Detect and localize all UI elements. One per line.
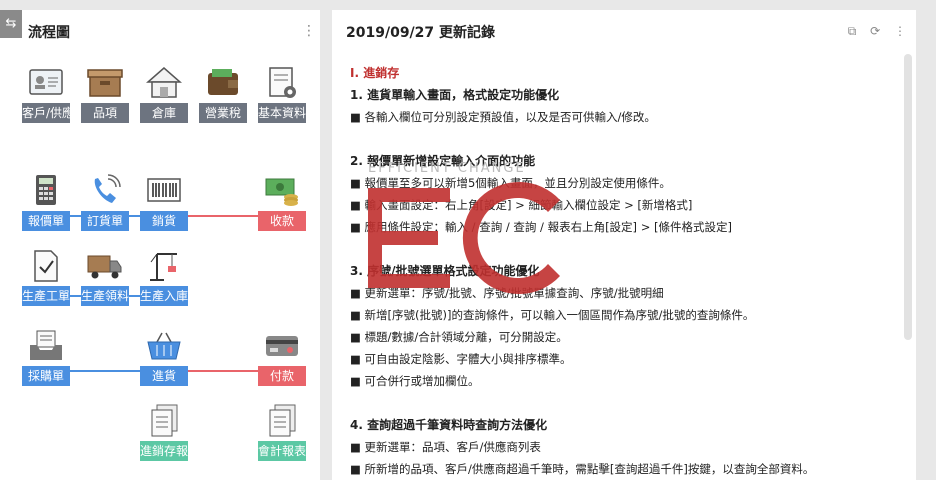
inbox-icon: [30, 330, 62, 360]
node-label: 生產工單: [22, 286, 70, 306]
node-label: 銷貨: [140, 211, 188, 231]
node-basic[interactable]: 基本資料: [258, 65, 306, 125]
barcode-icon: [147, 178, 181, 202]
node-label: 倉庫: [140, 103, 188, 123]
crane-icon: [150, 253, 177, 281]
calculator-icon: [36, 175, 56, 205]
update-log-content: Ⅰ. 進銷存 1. 進貨單輸入畫面，格式設定功能優化 ■ 各輸入欄位可分別設定預…: [350, 62, 890, 480]
report-icon: [151, 404, 178, 437]
truck-icon: [87, 255, 122, 279]
node-purchase-order[interactable]: 採購單: [22, 328, 70, 388]
node-label: 採購單: [22, 366, 70, 386]
node-label: 營業稅: [199, 103, 247, 123]
update-log-panel: 2019/09/27 更新記錄 ⧉ ⟳ ⋮ Ⅰ. 進銷存 1. 進貨單輸入畫面，…: [332, 10, 916, 480]
basket-icon: [147, 332, 181, 360]
node-label: 付款: [258, 366, 306, 386]
node-label: 收款: [258, 211, 306, 231]
node-label: 訂貨單: [81, 211, 129, 231]
node-quote[interactable]: 報價單: [22, 173, 70, 233]
box-icon: [87, 69, 123, 97]
node-label: 進銷存報: [140, 441, 188, 461]
update-log-title: 2019/09/27 更新記錄: [346, 25, 496, 41]
wallet-icon: [208, 69, 238, 95]
scrollbar[interactable]: [904, 54, 912, 340]
bullet-item: ■ 更新選單：品項、客戶/供應商列表: [350, 440, 541, 454]
item-heading: 1. 進貨單輸入畫面，格式設定功能優化: [350, 88, 560, 102]
bullet-item: ■ 標題/數據/合計領域分離，可分開設定。: [350, 330, 568, 344]
flowchart-panel: ⇆ 流程圖 ⋮ 客戶/供應 品項 倉庫 營業稅 基本資料 報價單 訂貨單 銷貨 …: [0, 10, 320, 480]
node-tax[interactable]: 營業稅: [199, 65, 247, 125]
panel-toolbar: ⧉ ⟳ ⋮: [838, 24, 906, 39]
node-payment[interactable]: 付款: [258, 328, 306, 388]
bullet-item: ■ 輸入畫面設定：右上角[設定] > 細節輸入欄位設定 > [新增格式]: [350, 198, 693, 212]
app-window: ⇆ 流程圖 ⋮ 客戶/供應 品項 倉庫 營業稅 基本資料 報價單 訂貨單 銷貨 …: [0, 0, 936, 480]
credit-card-icon: [266, 336, 298, 356]
flowchart-title: 流程圖: [28, 25, 70, 41]
bullet-item: ■ 應用條件設定：輸入 / 查詢 / 查詢 / 報表右上角[設定] > [條件格…: [350, 220, 732, 234]
node-label: 基本資料: [258, 103, 306, 123]
house-icon: [146, 67, 182, 98]
bullet-item: ■ 所新增的品項、客戶/供應商超過千筆時，需點擊[查詢超過千件]按鍵，以查詢全部…: [350, 462, 815, 476]
document-gear-icon: [269, 67, 296, 98]
node-item[interactable]: 品項: [81, 65, 129, 125]
flow-line: [188, 370, 258, 372]
bullet-item: ■ 各輸入欄位可分別設定預設值，以及是否可供輸入/修改。: [350, 110, 656, 124]
node-label: 客戶/供應: [22, 103, 70, 123]
id-card-icon: [29, 69, 63, 95]
node-production-in[interactable]: 生產入庫: [140, 248, 188, 308]
bullet-item: ■ 更新選單：序號/批號、序號/批號單據查詢、序號/批號明細: [350, 286, 664, 300]
item-heading: 3. 序號/批號選單格式設定功能優化: [350, 264, 540, 278]
node-label: 會計報表: [258, 441, 306, 461]
checklist-icon: [34, 250, 58, 282]
node-work-order[interactable]: 生產工單: [22, 248, 70, 308]
cash-coins-icon: [265, 178, 298, 206]
panel-menu-icon[interactable]: ⋮: [894, 24, 906, 38]
node-label: 品項: [81, 103, 129, 123]
node-sales[interactable]: 銷貨: [140, 173, 188, 233]
node-accounting-report[interactable]: 會計報表: [258, 403, 306, 463]
node-order[interactable]: 訂貨單: [81, 173, 129, 233]
node-purchase[interactable]: 進貨: [140, 328, 188, 388]
item-heading: 4. 查詢超過千筆資料時查詢方法優化: [350, 418, 548, 432]
node-label: 報價單: [22, 211, 70, 231]
node-label: 進貨: [140, 366, 188, 386]
node-material[interactable]: 生產領料: [81, 248, 129, 308]
panel-toggle-button[interactable]: ⇆: [0, 10, 22, 38]
node-label: 生產入庫: [140, 286, 188, 306]
bullet-item: ■ 新增[序號(批號)]的查詢條件，可以輸入一個區間作為序號/批號的查詢條件。: [350, 308, 755, 322]
bullet-item: ■ 報價單至多可以新增5個輸入畫面，並且分別設定使用條件。: [350, 176, 671, 190]
node-label: 生產領料: [81, 286, 129, 306]
item-heading: 2. 報價單新增設定輸入介面的功能: [350, 154, 536, 168]
node-customer[interactable]: 客戶/供應: [22, 65, 70, 125]
node-inventory-report[interactable]: 進銷存報: [140, 403, 188, 463]
open-external-icon[interactable]: ⧉: [848, 24, 857, 38]
bullet-item: ■ 可自由設定陰影、字體大小與排序標準。: [350, 352, 572, 366]
phone-icon: [94, 174, 121, 203]
flow-line: [70, 370, 140, 372]
bullet-item: ■ 可合併行或增加欄位。: [350, 374, 480, 388]
flow-line: [188, 215, 258, 217]
report-icon: [269, 404, 296, 437]
node-receipt[interactable]: 收款: [258, 173, 306, 233]
section-title: Ⅰ. 進銷存: [350, 66, 400, 80]
node-warehouse[interactable]: 倉庫: [140, 65, 188, 125]
refresh-icon[interactable]: ⟳: [870, 24, 880, 38]
flowchart-menu-icon[interactable]: ⋮: [302, 24, 316, 38]
